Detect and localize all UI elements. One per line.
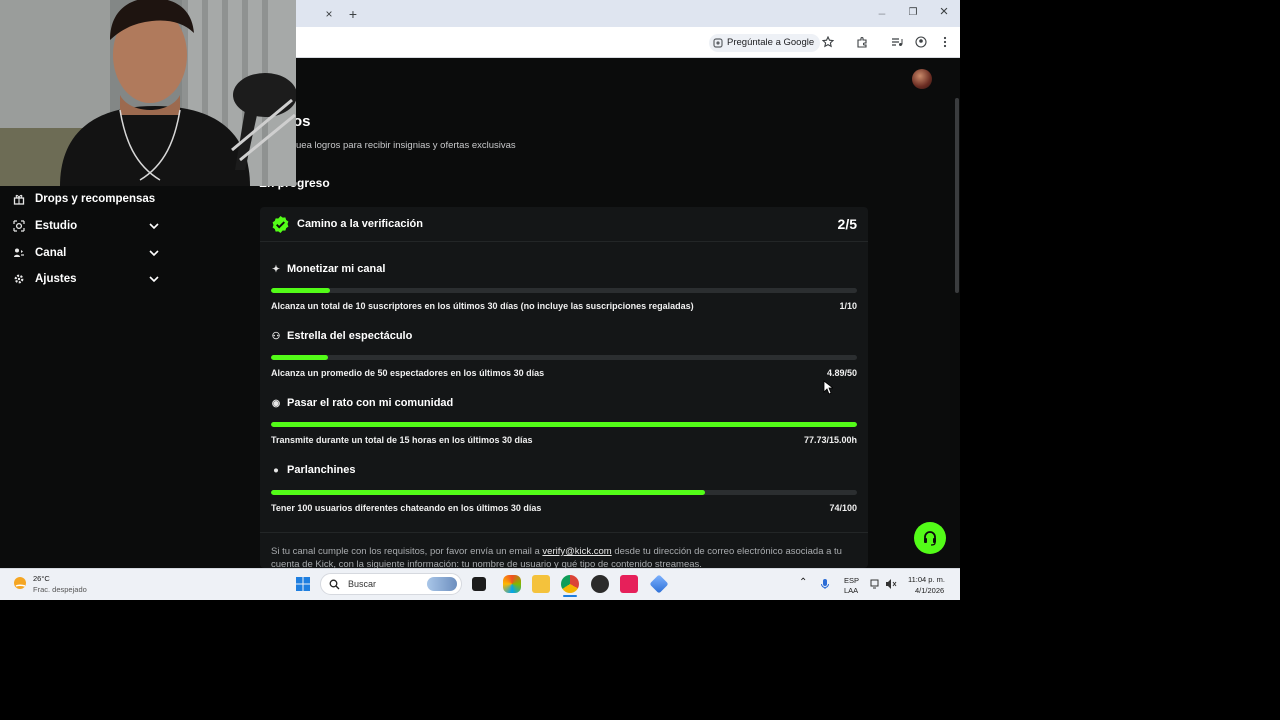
goal-progress-bar (271, 355, 857, 360)
verified-badge-icon (272, 215, 289, 234)
file-explorer-icon[interactable] (532, 575, 550, 593)
goal-progress-bar (271, 288, 857, 293)
tab-close-icon[interactable]: × (320, 6, 338, 22)
goal-description: Alcanza un promedio de 50 espectadores e… (271, 368, 545, 378)
sidebar-item-drops[interactable]: Drops y recompensas (12, 188, 162, 210)
goal-description: Alcanza un total de 10 suscriptores en l… (271, 301, 694, 311)
clock-time[interactable]: 11:04 p. m. (908, 575, 945, 584)
broadcast-icon: ◉ (271, 397, 281, 409)
copilot-icon[interactable] (503, 575, 521, 593)
card-progress-count: 2/5 (837, 216, 857, 232)
goal-value: 74/100 (829, 503, 857, 513)
profile-icon[interactable] (915, 36, 927, 48)
verify-email-link[interactable]: verify@kick.com (542, 546, 611, 557)
headset-icon (924, 531, 936, 546)
sidebar-item-studio[interactable]: Estudio (12, 215, 162, 237)
clock-date[interactable]: 4/1/2026 (915, 586, 944, 595)
ask-google-label: Pregúntale a Google (727, 37, 815, 48)
screen: × + ‒ ❐ × Pregúntale a Google Drops y re… (0, 0, 960, 600)
goal-description: Transmite durante un total de 15 horas e… (271, 435, 533, 445)
restore-button[interactable]: ❐ (904, 5, 922, 21)
task-view-icon[interactable] (472, 577, 486, 591)
sidebar-item-settings[interactable]: Ajustes (12, 268, 162, 290)
chevron-down-icon[interactable] (148, 220, 160, 232)
support-chat-button[interactable] (914, 522, 946, 554)
lens-icon (713, 38, 723, 48)
sidebar-item-channel[interactable]: Canal (12, 242, 162, 264)
mouse-cursor (823, 380, 833, 395)
goal-title-text: Monetizar mi canal (287, 263, 386, 275)
tiktok-icon[interactable] (620, 575, 638, 593)
page-subtitle: uea logros para recibir insignias y ofer… (296, 140, 516, 151)
windows-start-icon[interactable] (295, 576, 311, 592)
goal-progress-fill (271, 422, 857, 427)
card-title: Camino a la verificación (297, 218, 423, 230)
taskbar-search-box[interactable]: Buscar (320, 573, 462, 595)
search-placeholder: Buscar (348, 579, 377, 589)
goal-progress-fill (271, 288, 330, 293)
sidebar-item-label: Canal (35, 247, 67, 259)
star-icon[interactable] (822, 36, 834, 48)
goal-title-text: Estrella del espectáculo (287, 330, 413, 342)
sidebar-item-label: Drops y recompensas (35, 193, 156, 205)
verification-card: Camino a la verificación 2/5 ✦ Monetizar… (260, 207, 868, 570)
sidebar-item-label: Ajustes (35, 273, 77, 285)
search-highlight-image (427, 577, 457, 591)
goal-title-text: Parlanchines (287, 464, 356, 476)
network-icon[interactable] (870, 578, 882, 590)
goal-value: 1/10 (839, 301, 857, 311)
minimize-button[interactable]: ‒ (873, 5, 891, 21)
chevron-down-icon[interactable] (148, 247, 160, 259)
goal-description: Tener 100 usuarios diferentes chateando … (271, 503, 542, 513)
close-window-button[interactable]: × (935, 4, 953, 20)
tray-chevron-up-icon[interactable]: ⌃ (799, 578, 807, 588)
media-icon[interactable] (891, 36, 903, 48)
kebab-menu-icon[interactable] (940, 36, 950, 48)
weather-description: Frac. despejado (33, 585, 87, 594)
goal-value: 77.73/15.00h (803, 435, 857, 445)
gift-icon (13, 194, 25, 205)
webcam-person-image (0, 0, 296, 186)
card-divider (260, 532, 868, 533)
goal-title-text: Pasar el rato con mi comunidad (287, 397, 454, 409)
goal-title: ⚇ Estrella del espectáculo (271, 330, 413, 342)
card-header[interactable]: Camino a la verificación 2/5 (260, 207, 868, 242)
goal-title: ● Parlanchines (271, 464, 355, 476)
sidebar-item-label: Estudio (35, 220, 78, 232)
goal-title: ✦ Monetizar mi canal (271, 263, 385, 275)
goal-progress-fill (271, 355, 329, 360)
active-app-indicator (563, 595, 577, 597)
viewers-icon: ⚇ (271, 330, 281, 342)
goal-progress-bar (271, 490, 857, 495)
ask-google-button[interactable]: Pregúntale a Google (709, 34, 821, 52)
goal-title: ◉ Pasar el rato con mi comunidad (271, 397, 453, 409)
webcam-overlay (0, 0, 296, 186)
instructions-text-start: Si tu canal cumple con los requisitos, p… (271, 546, 543, 557)
chat-icon: ● (273, 464, 279, 476)
keyboard-layout[interactable]: LAA (844, 586, 858, 595)
chevron-down-icon[interactable] (148, 273, 160, 285)
goal-value: 4.89/50 (826, 368, 857, 378)
search-icon (329, 579, 340, 589)
chrome-icon[interactable] (561, 575, 579, 593)
gear-icon (14, 274, 24, 284)
channel-icon (14, 248, 24, 257)
microphone-icon[interactable] (820, 578, 830, 590)
page-scrollbar[interactable] (955, 98, 959, 293)
goal-progress-fill (271, 490, 705, 495)
language-indicator[interactable]: ESP (844, 576, 859, 585)
new-tab-button[interactable]: + (344, 6, 362, 22)
extensions-icon[interactable] (856, 36, 868, 48)
weather-temperature: 26°C (33, 574, 50, 583)
studio-icon (13, 220, 25, 232)
weather-sun-icon[interactable] (12, 575, 28, 591)
user-avatar[interactable] (912, 69, 932, 89)
goal-progress-bar (271, 422, 857, 427)
volume-icon[interactable] (885, 578, 897, 590)
sparkle-icon: ✦ (272, 263, 280, 275)
obs-icon[interactable] (591, 575, 609, 593)
